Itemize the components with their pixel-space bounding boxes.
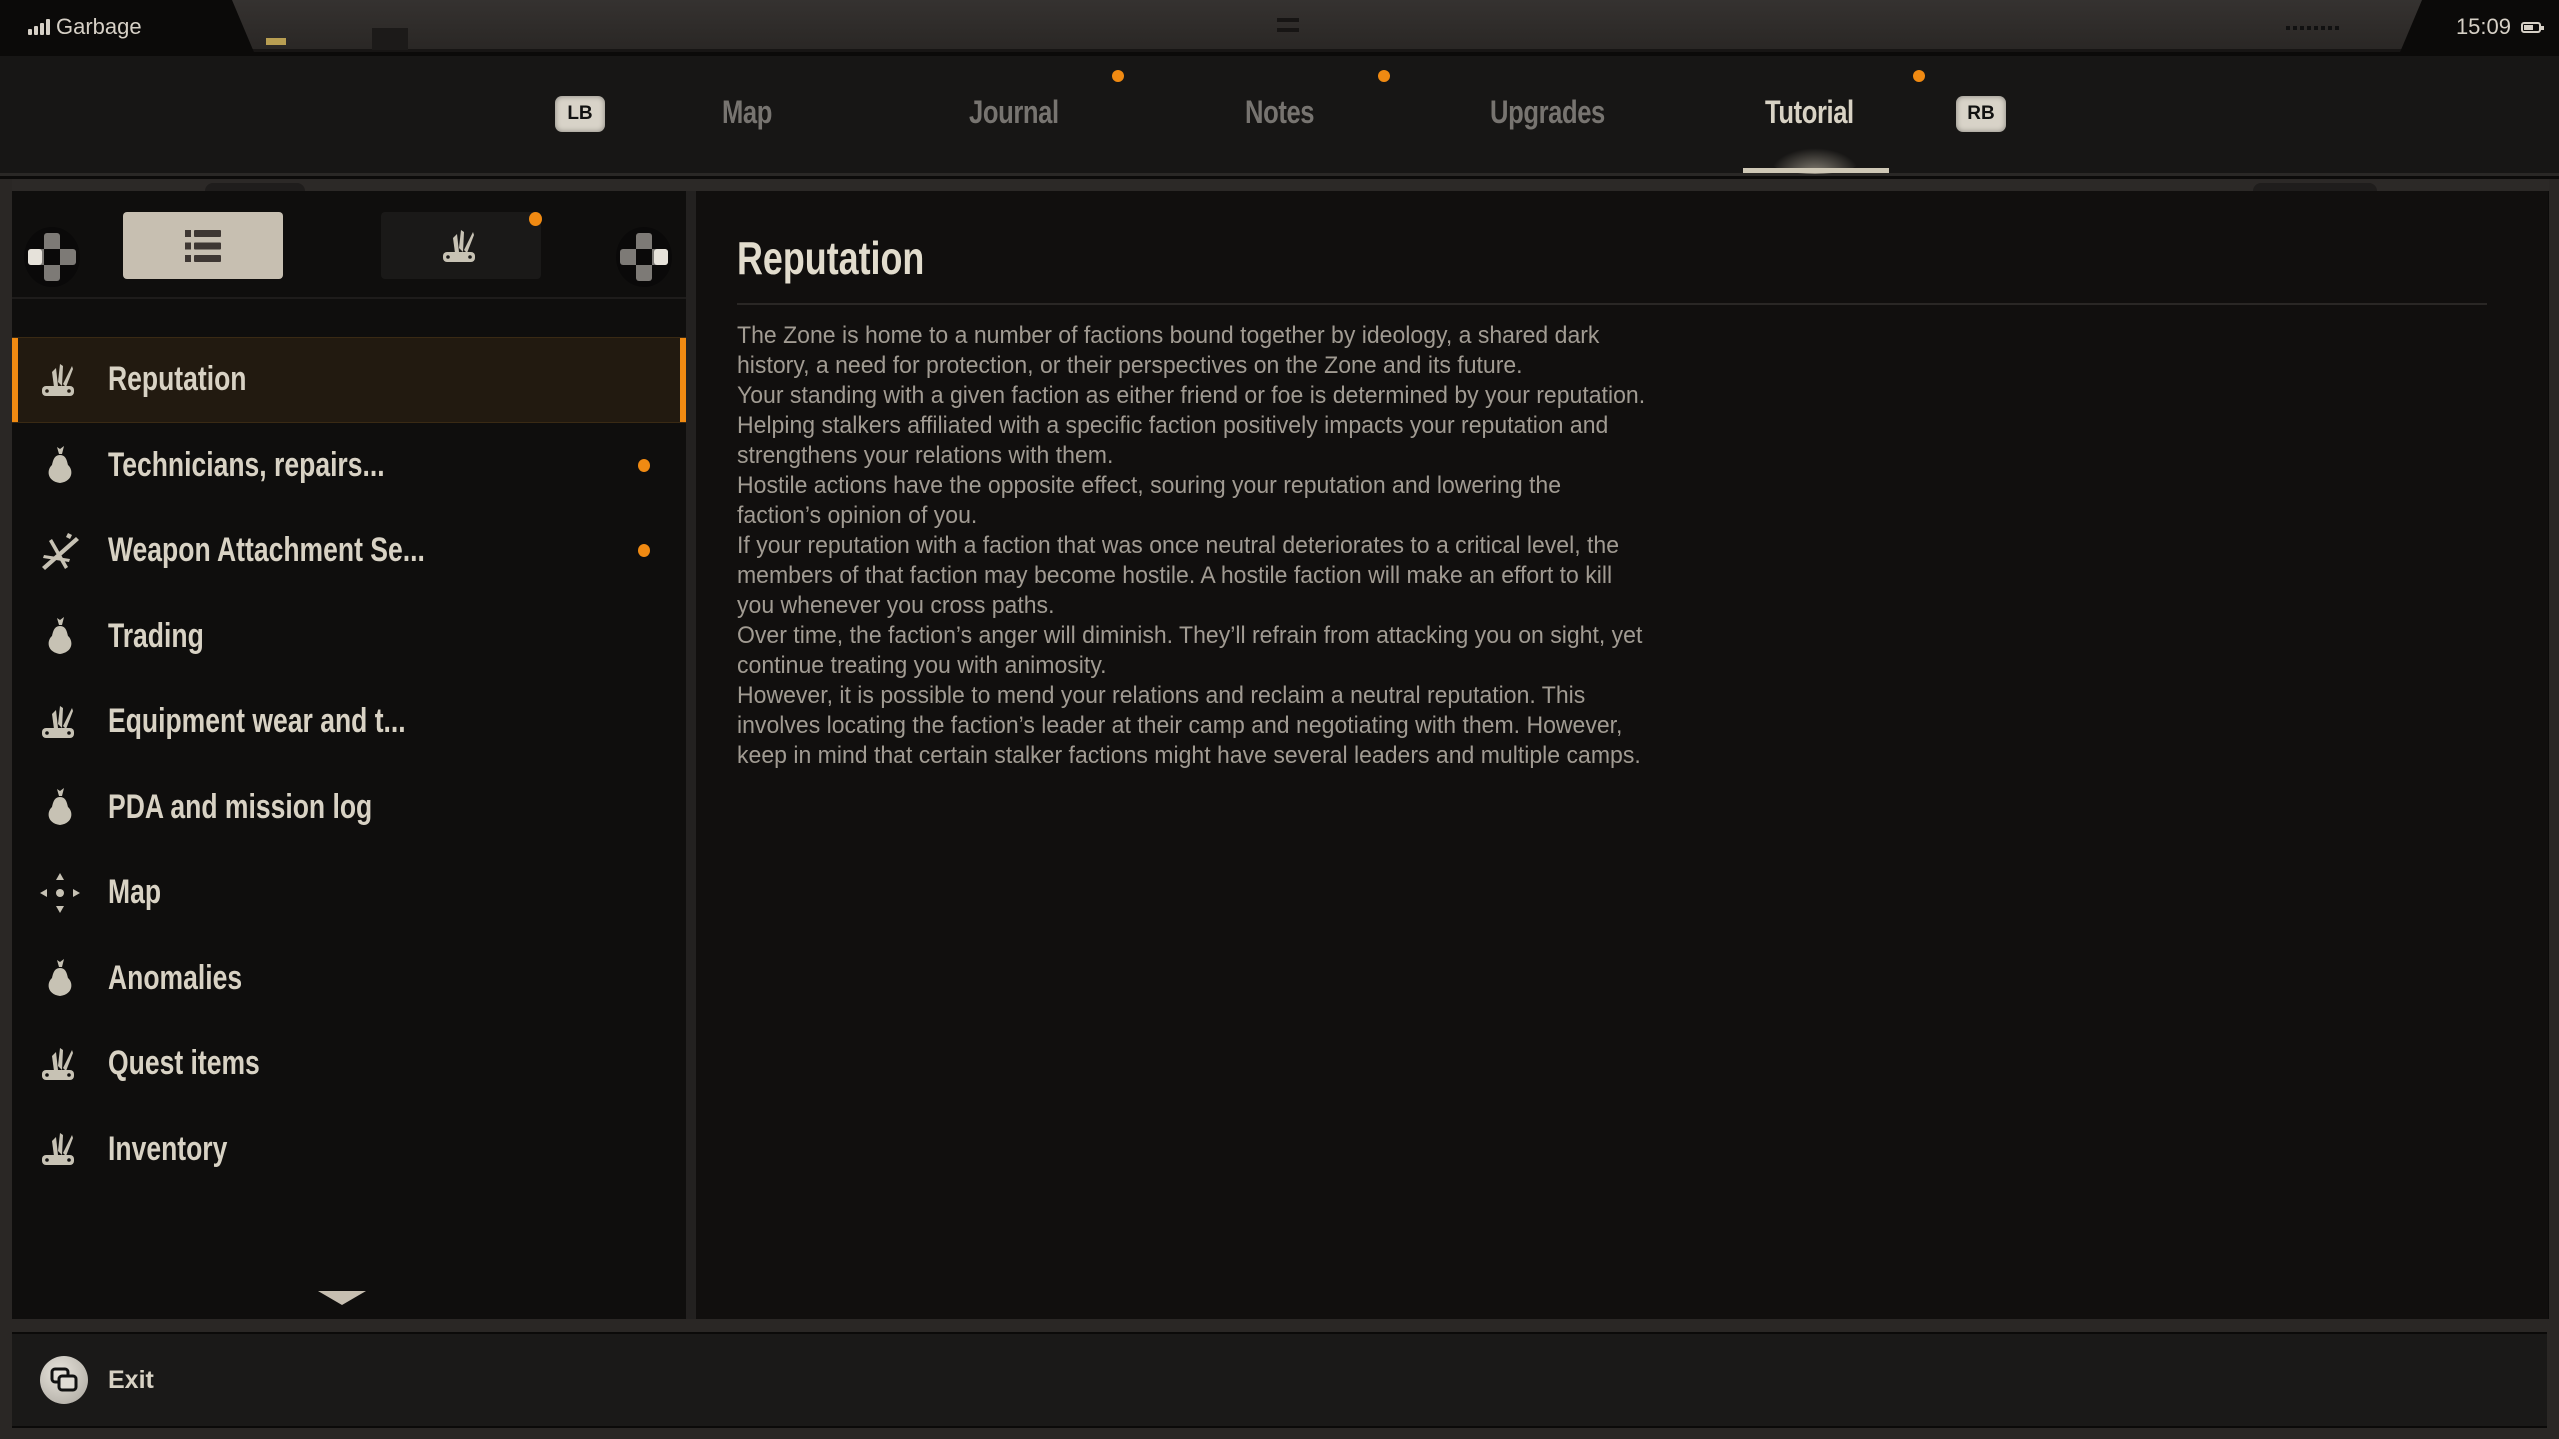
category-view-button[interactable] — [381, 212, 541, 279]
content-title: Reputation — [737, 232, 925, 284]
list-item-label: Technicians, repairs... — [108, 445, 385, 484]
list-item-label: Weapon Attachment Se... — [108, 531, 425, 570]
exit-button[interactable]: Exit — [40, 1356, 154, 1404]
list-item[interactable]: Quest items — [12, 1021, 686, 1107]
compass-arrows-icon — [38, 871, 82, 915]
signal-bars-icon — [28, 19, 50, 35]
list-item[interactable]: Technicians, repairs... — [12, 423, 686, 509]
tutorial-sidebar: Reputation Technicians, repairs... Weapo… — [12, 191, 686, 1319]
notification-dot — [638, 458, 650, 472]
weapon-attachment-icon — [38, 529, 82, 573]
multitool-icon — [38, 1127, 82, 1171]
clock: 15:09 — [2455, 14, 2511, 39]
dpad-left-icon — [24, 227, 80, 287]
battery-icon — [2521, 21, 2544, 33]
carrier-info: Garbage — [28, 14, 142, 40]
list-view-button[interactable] — [123, 212, 283, 279]
list-item[interactable]: Anomalies — [12, 936, 686, 1022]
multitool-icon — [38, 1042, 82, 1086]
tab-tutorial[interactable]: Tutorial — [1765, 94, 1854, 131]
pear-icon — [38, 956, 82, 1000]
lb-button[interactable]: LB — [555, 96, 605, 132]
clock-battery: 15:09 — [2455, 14, 2544, 40]
tab-bar: LB Map Journal Notes Upgrades Tutorial R… — [0, 56, 2559, 176]
active-tab-indicator — [1743, 168, 1889, 173]
list-item-label: Equipment wear and t... — [108, 702, 406, 741]
list-item-label: Quest items — [108, 1044, 260, 1083]
list-item[interactable]: Trading — [12, 594, 686, 680]
frame-left — [0, 179, 12, 1439]
tab-upgrades[interactable]: Upgrades — [1490, 94, 1605, 131]
multitool-icon — [38, 358, 82, 402]
tutorial-content-panel: Reputation The Zone is home to a number … — [696, 191, 2548, 1319]
frame-top — [0, 179, 2559, 191]
tutorial-notification-dot — [1913, 70, 1925, 82]
sidebar-divider — [12, 297, 686, 299]
speaker-grille-icon — [2286, 26, 2342, 30]
journal-notification-dot — [1112, 70, 1124, 82]
plate-slot-decoration — [372, 28, 408, 50]
status-bar: Garbage 15:09 — [0, 0, 2559, 56]
list-item[interactable]: Equipment wear and t... — [12, 679, 686, 765]
hardware-plate-decoration — [232, 0, 2422, 52]
tab-notes[interactable]: Notes — [1245, 94, 1315, 131]
dpad-right-icon — [616, 227, 672, 287]
list-item[interactable]: Inventory — [12, 1107, 686, 1193]
list-item[interactable]: Weapon Attachment Se... — [12, 508, 686, 594]
title-divider — [737, 303, 2487, 305]
vent-icon — [1277, 18, 1299, 22]
multitool-icon — [443, 229, 475, 262]
list-item-label: Anomalies — [108, 958, 243, 997]
pear-icon — [38, 614, 82, 658]
tutorial-topic-list: Reputation Technicians, repairs... Weapo… — [12, 337, 686, 1192]
rb-button[interactable]: RB — [1956, 96, 2006, 132]
notification-dot — [638, 544, 650, 558]
carrier-name: Garbage — [56, 14, 142, 39]
list-item[interactable]: Map — [12, 850, 686, 936]
list-item-label: Inventory — [108, 1129, 228, 1168]
list-item-label: PDA and mission log — [108, 787, 373, 826]
view-button-icon — [40, 1356, 88, 1404]
list-icon — [185, 229, 221, 262]
exit-label: Exit — [108, 1365, 154, 1394]
multitool-icon — [38, 700, 82, 744]
list-item-label: Trading — [108, 616, 204, 655]
list-item-label: Reputation — [108, 360, 247, 399]
content-body: The Zone is home to a number of factions… — [737, 322, 1646, 769]
category-notification-dot — [529, 212, 542, 226]
tab-journal[interactable]: Journal — [969, 94, 1059, 131]
footer-bar: Exit — [12, 1332, 2547, 1428]
panel-divider — [686, 191, 696, 1319]
frame-right — [2549, 179, 2559, 1439]
list-item[interactable]: PDA and mission log — [12, 765, 686, 851]
pear-icon — [38, 785, 82, 829]
led-indicator-icon — [266, 38, 286, 45]
tab-map[interactable]: Map — [722, 94, 772, 131]
list-item[interactable]: Reputation — [12, 337, 686, 423]
notes-notification-dot — [1378, 70, 1390, 82]
list-item-label: Map — [108, 873, 162, 912]
pear-icon — [38, 443, 82, 487]
scroll-down-arrow-icon[interactable] — [318, 1291, 366, 1305]
